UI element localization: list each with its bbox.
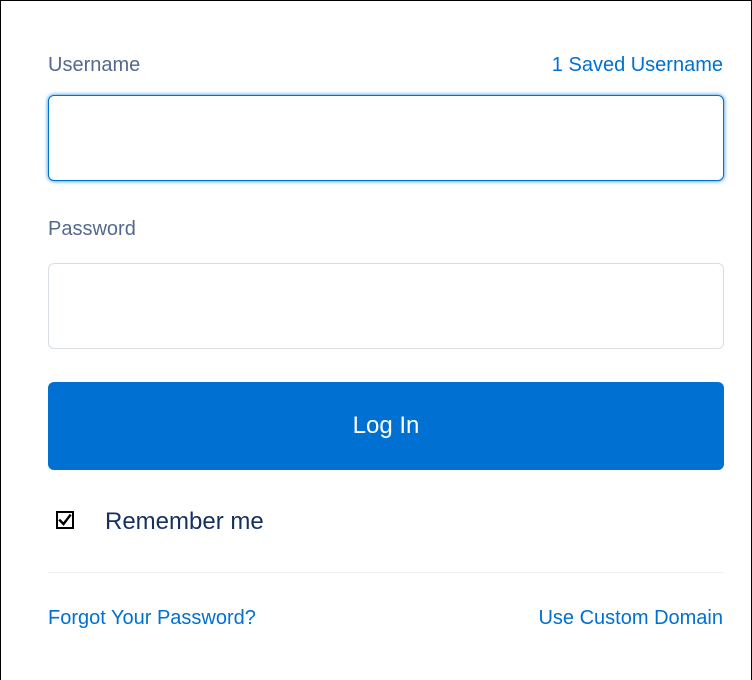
username-label: Username [48,54,141,76]
password-input[interactable] [48,263,724,349]
password-label: Password [48,218,136,240]
checkmark-icon [58,513,72,526]
divider [48,572,724,573]
custom-domain-link[interactable]: Use Custom Domain [538,607,723,630]
remember-me-label: Remember me [105,508,264,535]
username-input[interactable] [48,95,724,181]
forgot-password-link[interactable]: Forgot Your Password? [48,607,256,630]
remember-me-checkbox[interactable] [56,511,74,529]
saved-username-link[interactable]: 1 Saved Username [552,54,723,77]
login-button[interactable]: Log In [48,382,724,470]
login-form: Username 1 Saved Username Password Log I… [0,0,752,680]
